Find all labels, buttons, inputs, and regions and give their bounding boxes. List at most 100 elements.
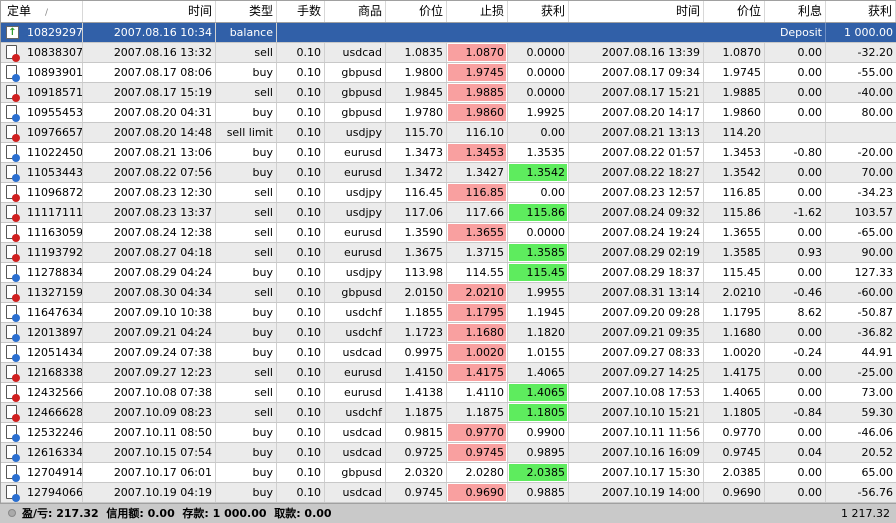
time-cell: 2007.08.17 08:06 — [83, 63, 216, 82]
stop-loss-cell: 1.4175 — [447, 363, 508, 382]
profit-cell — [826, 123, 896, 142]
profit-cell: -20.00 — [857, 146, 893, 159]
table-row[interactable]: 10955453 2007.08.20 04:31 buy 0.10 gbpusd 1.9… — [1, 103, 896, 123]
buy-order-icon — [6, 105, 20, 122]
table-row[interactable]: 11278834 2007.08.29 04:24 buy 0.10 usdjpy 113… — [1, 263, 896, 283]
table-row[interactable]: 11117111 2007.08.23 13:37 sell 0.10 usdjpy 11… — [1, 203, 896, 223]
buy-order-icon — [6, 345, 20, 362]
balance-row[interactable]: ↑ 10829297 2007.08.16 10:34 balance Depos… — [1, 23, 896, 43]
table-row[interactable]: 10918571 2007.08.17 15:19 sell 0.10 gbpusd 1.… — [1, 83, 896, 103]
type-cell: buy — [216, 163, 277, 182]
order-cell: 10976657 — [1, 123, 83, 142]
header-swap[interactable]: 利息 — [765, 1, 826, 22]
order-id: 11193792 — [27, 246, 83, 259]
header-stop-loss[interactable]: 止损 — [447, 1, 508, 22]
table-row[interactable]: 11163059 2007.08.24 12:38 sell 0.10 eurusd 1.… — [1, 223, 896, 243]
type-cell: sell — [216, 43, 277, 62]
header-close-time[interactable]: 时间 — [569, 1, 704, 22]
symbol-cell: eurusd — [325, 243, 386, 262]
table-row[interactable]: 10893901 2007.08.17 08:06 buy 0.10 gbpusd 1.9… — [1, 63, 896, 83]
price-cell: 1.9780 — [386, 103, 447, 122]
header-symbol[interactable]: 商品 — [325, 1, 386, 22]
table-row[interactable]: 12051434 2007.09.24 07:38 buy 0.10 usdcad 0.9… — [1, 343, 896, 363]
order-id: 12168338 — [27, 366, 83, 379]
table-row[interactable]: 12532246 2007.10.11 08:50 buy 0.10 usdcad 0.9… — [1, 423, 896, 443]
symbol-cell: gbpusd — [325, 103, 386, 122]
table-row[interactable]: 11193792 2007.08.27 04:18 sell 0.10 eurusd 1.… — [1, 243, 896, 263]
table-row[interactable]: 10838307 2007.08.16 13:32 sell 0.10 usdcad 1.… — [1, 43, 896, 63]
stop-loss-cell: 1.4110 — [447, 383, 508, 402]
lots-cell: 0.10 — [277, 383, 325, 402]
table-row[interactable]: 12704914 2007.10.17 06:01 buy 0.10 gbpusd 2.0… — [1, 463, 896, 483]
type-cell: sell — [216, 203, 277, 222]
header-open-time[interactable]: 时间 — [83, 1, 216, 22]
order-id: 11117111 — [27, 206, 83, 219]
table-row[interactable]: 12168338 2007.09.27 12:23 sell 0.10 eurusd 1.… — [1, 363, 896, 383]
table-row[interactable]: 12466628 2007.10.09 08:23 sell 0.10 usdchf 1.… — [1, 403, 896, 423]
symbol-cell: usdcad — [325, 343, 386, 362]
close-price-cell: 0.9745 — [704, 443, 765, 462]
price-cell: 1.1723 — [386, 323, 447, 342]
header-profit[interactable]: 获利 — [826, 1, 896, 22]
symbol-cell: usdchf — [325, 403, 386, 422]
profit-cell: -65.00 — [857, 226, 893, 239]
swap-cell: 0.04 — [765, 443, 826, 462]
sell-order-icon — [6, 225, 20, 242]
close-price-cell: 1.9860 — [704, 103, 765, 122]
profit-cell: 127.33 — [854, 266, 894, 279]
header-type[interactable]: 类型 — [216, 1, 277, 22]
close-time-cell: 2007.10.19 14:00 — [569, 483, 704, 502]
type-cell: sell — [216, 243, 277, 262]
time-cell: 2007.10.09 08:23 — [83, 403, 216, 422]
table-row[interactable]: 12013897 2007.09.21 04:24 buy 0.10 usdchf 1.1… — [1, 323, 896, 343]
table-row[interactable]: 10976657 2007.08.20 14:48 sell limit 0.10 us… — [1, 123, 896, 143]
stop-loss-cell: 0.9745 — [447, 443, 508, 462]
close-time-cell: 2007.08.23 12:57 — [569, 183, 704, 202]
table-row[interactable]: 11022450 2007.08.21 13:06 buy 0.10 eurusd 1.3… — [1, 143, 896, 163]
order-id: 10829297 — [27, 26, 83, 39]
profit-cell: 59.30 — [861, 406, 894, 419]
header-take-profit[interactable]: 获利 — [508, 1, 569, 22]
lots-cell: 0.10 — [277, 123, 325, 142]
swap-cell: 0.00 — [765, 483, 826, 502]
profit-cell: -46.06 — [857, 426, 893, 439]
header-price[interactable]: 价位 — [386, 1, 447, 22]
close-price-cell: 115.45 — [704, 263, 765, 282]
close-price-cell: 1.1805 — [704, 403, 765, 422]
price-cell: 1.3675 — [386, 243, 447, 262]
stop-loss-cell: 117.66 — [447, 203, 508, 222]
time-cell: 2007.09.21 04:24 — [83, 323, 216, 342]
header-lots[interactable]: 手数 — [277, 1, 325, 22]
table-row[interactable]: 12794066 2007.10.19 04:19 buy 0.10 usdcad 0.9… — [1, 483, 896, 503]
lots-cell: 0.10 — [277, 103, 325, 122]
time-cell: 2007.10.19 04:19 — [83, 483, 216, 502]
lots-cell: 0.10 — [277, 343, 325, 362]
profit-cell: 90.00 — [861, 246, 894, 259]
table-row[interactable]: 12616334 2007.10.15 07:54 buy 0.10 usdcad 0.9… — [1, 443, 896, 463]
symbol-cell: eurusd — [325, 143, 386, 162]
header-close-price[interactable]: 价位 — [704, 1, 765, 22]
take-profit-cell: 1.3535 — [508, 143, 569, 162]
table-row[interactable]: 11327159 2007.08.30 04:34 sell 0.10 gbpusd 2.… — [1, 283, 896, 303]
order-cell: 12051434 — [1, 343, 83, 362]
header-order[interactable]: 定单 / — [1, 1, 83, 22]
time-cell: 2007.08.20 14:48 — [83, 123, 216, 142]
close-time-cell: 2007.08.17 09:34 — [569, 63, 704, 82]
table-row[interactable]: 11096872 2007.08.23 12:30 sell 0.10 usdjpy 11… — [1, 183, 896, 203]
close-price-cell: 0.9690 — [704, 483, 765, 502]
table-header: 定单 / 时间 类型 手数 商品 价位 止损 获利 时间 价位 利息 获利 — [1, 1, 896, 23]
swap-cell — [765, 123, 826, 142]
swap-cell: 0.00 — [765, 423, 826, 442]
table-row[interactable]: 11647634 2007.09.10 10:38 buy 0.10 usdchf 1.1… — [1, 303, 896, 323]
take-profit-cell: 1.4065 — [508, 383, 569, 402]
order-id: 10893901 — [27, 66, 83, 79]
symbol-cell: usdcad — [325, 423, 386, 442]
type-cell: buy — [216, 443, 277, 462]
price-cell: 1.1855 — [386, 303, 447, 322]
order-id: 12013897 — [27, 326, 83, 339]
table-row[interactable]: 12432566 2007.10.08 07:38 sell 0.10 eurusd 1.… — [1, 383, 896, 403]
take-profit-cell: 2.0385 — [508, 463, 569, 482]
price-cell: 1.9845 — [386, 83, 447, 102]
table-row[interactable]: 11053443 2007.08.22 07:56 buy 0.10 eurusd 1.3… — [1, 163, 896, 183]
symbol-cell: gbpusd — [325, 83, 386, 102]
